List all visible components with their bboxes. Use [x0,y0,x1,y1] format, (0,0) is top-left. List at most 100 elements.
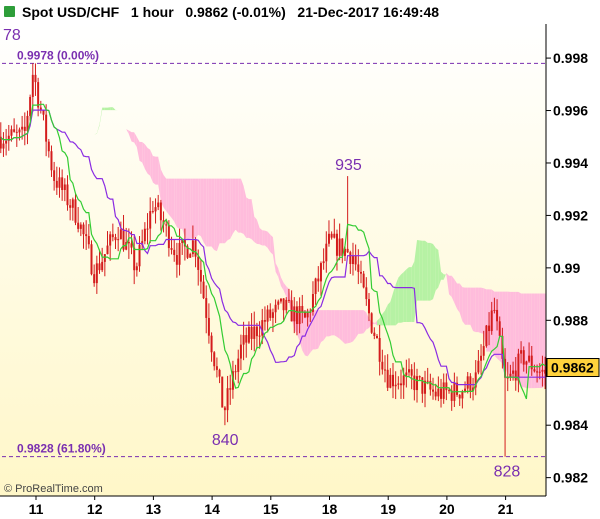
kumo-segment [387,301,391,326]
candle-body [127,241,130,244]
candle-body [135,266,138,271]
candle-body [63,184,66,191]
candle-body [402,375,405,386]
candle-body [285,299,288,311]
candle-body [269,309,272,318]
candle-body [149,211,152,229]
candle-body [400,383,403,386]
candle-body [375,335,378,338]
candle-body [119,229,122,240]
candle-body [512,370,515,374]
extreme-annotation: 935 [335,157,362,174]
candle-body [146,228,149,230]
candle-body [541,369,544,372]
kumo-segment [104,107,108,111]
candle-body [482,346,485,356]
candle-body [109,234,112,246]
candle-body [178,242,181,265]
candle-body [536,371,539,373]
candle-body [250,326,253,339]
kumo-segment [200,178,204,243]
kumo-segment [473,287,476,333]
candle-body [525,361,528,365]
candle-body [346,248,349,253]
x-tick-label: 12 [87,501,103,517]
candle-body [263,320,266,322]
candle-body [522,350,525,365]
kumo-segment [163,175,167,212]
candle-body [242,335,245,345]
candle-body [98,263,101,271]
candle-body [378,337,381,362]
candle-body [31,74,34,98]
candle-body [493,309,496,311]
candle-body [21,126,24,130]
candle-body [111,234,114,238]
copyright: © ProRealTime.com [4,483,103,495]
candle-body [74,199,77,223]
candle-body [253,326,256,339]
candle-body [325,243,328,262]
kumo-segment [470,287,474,331]
extreme-annotation: 840 [212,432,239,449]
candle-body [392,374,395,387]
candle-body [202,281,205,299]
kumo-segment [208,178,212,247]
kumo-segment [409,267,412,322]
kumo-segment [187,178,191,240]
candle-body [287,299,290,301]
candle-body [79,224,82,229]
kumo-segment [232,178,236,234]
candle-body [432,389,435,392]
candle-body [279,298,282,302]
kumo-segment [144,144,148,174]
candle-body [258,335,261,337]
candle-body [45,114,48,142]
candle-body [440,388,443,399]
candle-body [408,369,411,373]
x-tick-label: 13 [146,501,162,517]
kumo-segment [107,107,111,111]
kumo-segment [155,156,159,185]
candle-body [159,202,162,221]
candle-body [416,376,419,391]
candle-body [533,369,536,372]
candle-body [330,233,333,238]
candle-body [239,344,242,359]
candle-body [301,305,304,312]
candle-body [349,252,352,265]
candle-body [218,369,221,377]
y-tick-label: 0.982 [553,470,588,486]
candle-body [405,372,408,376]
candle-body [138,244,141,267]
candle-body [448,390,451,392]
candle-body [469,376,472,392]
candle-body [458,394,461,399]
candle-body [466,376,469,389]
kumo-segment [131,132,135,143]
candle-body [234,371,237,373]
candle-body [538,371,541,373]
candle-body [514,370,517,381]
kumo-segment [222,178,225,244]
kumo-segment [475,287,479,333]
x-tick-label: 18 [322,501,338,517]
kumo-segment [457,283,460,313]
candle-body [277,301,280,305]
kumo-segment [238,178,241,233]
kumo-segment [523,293,527,389]
candle-body [58,177,61,188]
kumo-segment [465,287,468,325]
candle-body [223,407,226,411]
y-tick-label: 0.988 [553,312,588,328]
candle-body [103,254,106,262]
candle-body [322,261,325,264]
kumo-segment [240,178,244,234]
y-tick-label: 0.984 [553,417,588,433]
candle-body [175,255,178,265]
kumo-segment [433,243,436,300]
candle-body [488,325,491,332]
kumo-segment [347,310,351,344]
kumo-segment [363,310,367,334]
price-chart[interactable]: 0.9978 (0.00%) 0.9828 (61.80%) 78 935 840 828… [0,0,600,519]
